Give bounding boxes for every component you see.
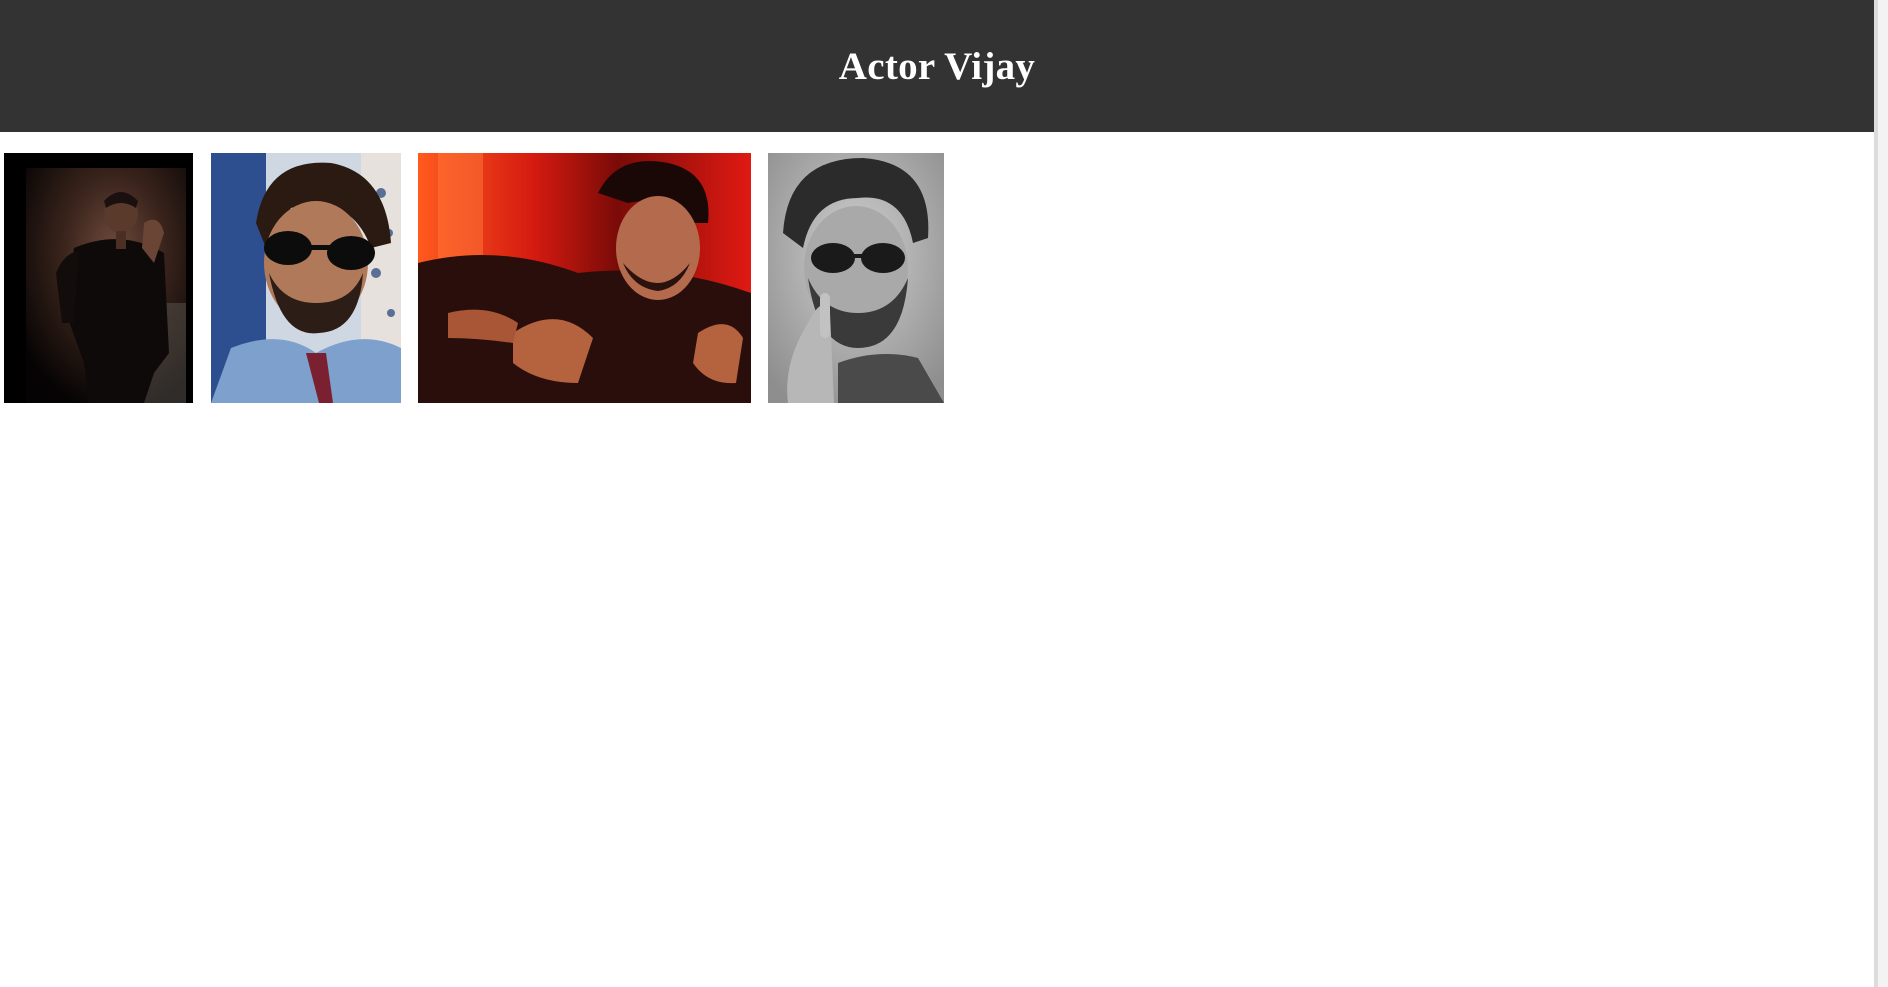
page-title: Actor Vijay: [838, 44, 1036, 88]
gallery-photo-1[interactable]: [4, 153, 193, 403]
vertical-scrollbar[interactable]: [1878, 0, 1888, 987]
photo-2-image: [211, 153, 401, 403]
photo-1-image: [4, 153, 193, 403]
page: Actor Vijay: [0, 0, 1888, 987]
page-header: Actor Vijay: [0, 0, 1874, 132]
gallery-photo-3[interactable]: [418, 153, 751, 403]
gallery-photo-4[interactable]: [768, 153, 944, 403]
gallery-photo-2[interactable]: [211, 153, 401, 403]
photo-3-image: [418, 153, 751, 403]
photo-4-image: [768, 153, 944, 403]
